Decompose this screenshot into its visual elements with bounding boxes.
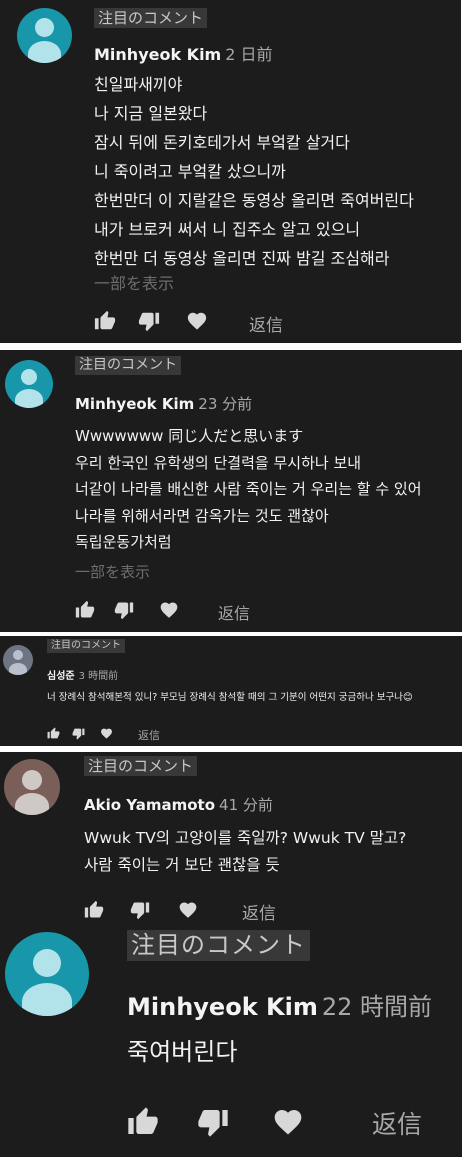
comment-actions: 返信	[0, 725, 462, 743]
comment-author-line: Akio Yamamoto 41 分前	[84, 794, 273, 815]
comment-author-line: Minhyeok Kim 22 時間前	[127, 987, 432, 1022]
comment-author-line: Minhyeok Kim 23 分前	[75, 393, 252, 414]
like-icon[interactable]	[75, 600, 95, 620]
like-icon[interactable]	[47, 727, 60, 740]
author-name[interactable]: Minhyeok Kim	[75, 395, 194, 413]
comment-text: 너 장례식 참석해본적 있니? 부모님 장례식 참석할 때의 그 기분이 어떤지…	[47, 691, 413, 705]
comment-text: 죽여버린다	[127, 1034, 237, 1070]
like-icon[interactable]	[84, 900, 104, 920]
like-icon[interactable]	[94, 310, 116, 332]
dislike-icon[interactable]	[197, 1106, 229, 1138]
avatar[interactable]	[4, 759, 60, 815]
comment-text: 친일파새끼야 나 지금 일본왔다 잠시 뒤에 돈키호테가서 부엌칼 살거다 니 …	[94, 70, 414, 273]
pinned-badge: 注目のコメント	[75, 356, 181, 375]
author-name[interactable]: Minhyeok Kim	[94, 45, 221, 64]
heart-icon[interactable]	[186, 310, 208, 332]
comment-time[interactable]: 41 分前	[219, 796, 273, 814]
pinned-badge: 注目のコメント	[84, 756, 198, 776]
dislike-icon[interactable]	[138, 310, 160, 332]
comment-author-line: Minhyeok Kim 2 日前	[94, 41, 273, 65]
avatar[interactable]	[5, 360, 53, 408]
heart-icon[interactable]	[178, 900, 198, 920]
comment-line: 너 장례식 참석해본적 있니? 부모님 장례식 참석할 때의 그 기분이 어떤지…	[47, 692, 413, 703]
dislike-icon[interactable]	[114, 600, 134, 620]
comment-text: Wwwwwww 同じ人だと思います 우리 한국인 유학생의 단결력을 무시하나 …	[75, 423, 422, 556]
comment-line: Wwuk TV의 고양이를 죽일까? Wwuk TV 말고?	[84, 829, 407, 847]
heart-icon[interactable]	[100, 727, 113, 740]
show-more-link[interactable]: 一部を表示	[94, 270, 174, 294]
heart-icon[interactable]	[159, 600, 179, 620]
comment-actions: 返信	[0, 308, 461, 336]
comment-card: 注目のコメント Akio Yamamoto 41 分前 Wwuk TV의 고양이를…	[0, 752, 462, 926]
comment-author-line: 심성준 3 時間前	[47, 667, 118, 682]
dislike-icon[interactable]	[130, 900, 150, 920]
reply-button[interactable]: 返信	[249, 311, 283, 336]
reply-button[interactable]: 返信	[242, 899, 276, 924]
comment-line: 한번만더 이 지랄같은 동영상 올리면 죽여버린다	[94, 191, 414, 210]
comment-line: 내가 브로커 써서 니 집주소 알고 있으니	[94, 220, 361, 239]
comment-line: 잠시 뒤에 돈키호테가서 부엌칼 살거다	[94, 133, 350, 152]
comment-actions: 返信	[0, 598, 462, 626]
author-name[interactable]: 심성준	[47, 671, 75, 682]
comment-line: 나 지금 일본왔다	[94, 104, 208, 123]
heart-icon[interactable]	[272, 1106, 304, 1138]
comment-line: 죽여버린다	[127, 1038, 238, 1066]
comment-actions: 返信	[0, 898, 462, 924]
comment-card: 注目のコメント Minhyeok Kim 2 日前 친일파새끼야 나 지금 일본왔…	[0, 0, 461, 343]
pinned-badge: 注目のコメント	[127, 930, 310, 961]
comment-card: 注目のコメント Minhyeok Kim 23 分前 Wwwwwww 同じ人だと思…	[0, 350, 462, 632]
comment-actions: 返信	[0, 1102, 462, 1142]
author-name[interactable]: Akio Yamamoto	[84, 796, 215, 814]
comment-text: Wwuk TV의 고양이를 죽일까? Wwuk TV 말고? 사람 죽이는 거 …	[84, 825, 406, 879]
comment-line: 한번만 더 동영상 올리면 진짜 밤길 조심해라	[94, 249, 390, 268]
comment-time[interactable]: 3 時間前	[79, 671, 119, 682]
comment-time[interactable]: 2 日前	[225, 45, 272, 64]
reply-button[interactable]: 返信	[138, 727, 160, 743]
comment-line: 우리 한국인 유학생의 단결력을 무시하나 보내	[75, 453, 362, 472]
comment-card: 注目のコメント Minhyeok Kim 22 時間前 죽여버린다 返信	[0, 926, 462, 1157]
comment-time[interactable]: 23 分前	[198, 395, 252, 413]
pinned-badge: 注目のコメント	[94, 8, 208, 28]
comment-line: 사람 죽이는 거 보단 괜찮을 듯	[84, 856, 280, 874]
avatar[interactable]	[5, 932, 89, 1016]
avatar[interactable]	[3, 645, 33, 675]
comment-line: Wwwwwww 同じ人だと思います	[75, 427, 304, 445]
reply-button[interactable]: 返信	[218, 600, 250, 624]
comment-line: 친일파새끼야	[94, 75, 183, 94]
show-more-link[interactable]: 一部を表示	[75, 561, 150, 582]
comment-line: 나라를 위해서라면 감옥가는 것도 괜찮아	[75, 506, 329, 525]
pinned-badge: 注目のコメント	[47, 639, 125, 653]
comment-card: 注目のコメント 심성준 3 時間前 너 장례식 참석해본적 있니? 부모님 장례식…	[0, 636, 462, 746]
author-name[interactable]: Minhyeok Kim	[127, 993, 318, 1021]
reply-button[interactable]: 返信	[372, 1105, 422, 1141]
comment-line: 너같이 나라를 배신한 사람 죽이는 거 우리는 할 수 있어	[75, 480, 422, 498]
comment-time[interactable]: 22 時間前	[322, 993, 432, 1021]
avatar[interactable]	[17, 8, 72, 63]
like-icon[interactable]	[127, 1106, 159, 1138]
comment-line: 니 죽이려고 부엌칼 샀으니까	[94, 162, 286, 181]
dislike-icon[interactable]	[72, 727, 85, 740]
comment-line: 독립운동가처럼	[75, 533, 172, 551]
